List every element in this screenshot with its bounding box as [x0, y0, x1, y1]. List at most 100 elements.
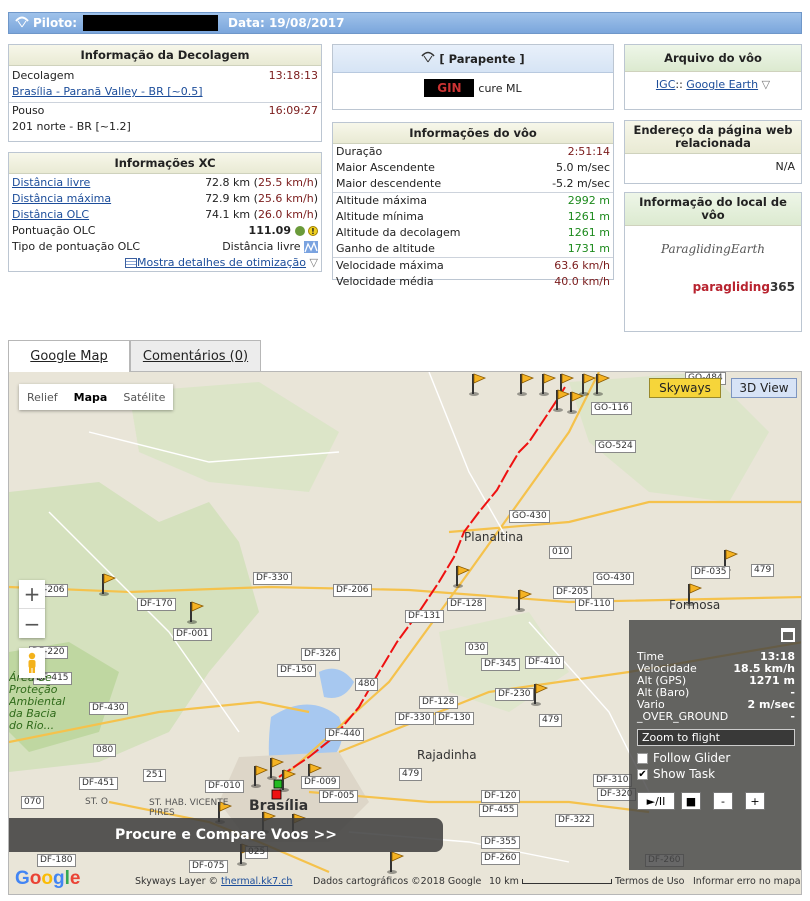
- stat-label: Ganho de altitude: [336, 242, 435, 255]
- map-type-satelite[interactable]: Satélite: [115, 391, 173, 404]
- map-view[interactable]: GO-116 GO-524 GO-430 010 GO-430 DF-205 DF-110 D…: [8, 371, 802, 895]
- stat-row: Velocidade máxima 63.6 km/h: [333, 257, 613, 274]
- road-label: 479: [751, 564, 775, 577]
- panel-value: 1271 m: [749, 674, 795, 687]
- compare-flights-button[interactable]: Procure e Compare Voos >>: [9, 818, 443, 852]
- optimization-details-button[interactable]: Mostra detalhes de otimização ▽: [125, 256, 318, 270]
- road-label: DF-440: [325, 728, 364, 741]
- road-label: DF-451: [79, 777, 118, 790]
- road-label: DF-230: [495, 688, 534, 701]
- map-type-mapa[interactable]: Mapa: [66, 391, 116, 404]
- optimization-details-link[interactable]: Mostra detalhes de otimização: [137, 256, 306, 269]
- skyways-layer-label: Skyways Layer ©: [135, 876, 219, 887]
- igc-link[interactable]: IGC: [656, 78, 675, 91]
- skyways-button[interactable]: Skyways: [649, 378, 721, 398]
- takeoff-flag-icon[interactable]: [517, 372, 535, 396]
- pilot-bar: Piloto: Data: 19/08/2017: [8, 12, 802, 34]
- 3d-view-button[interactable]: 3D View: [731, 378, 797, 398]
- takeoff-flag-icon[interactable]: [531, 682, 549, 706]
- paragliding365-logo[interactable]: paragliding365: [625, 280, 801, 294]
- stat-row: Altitude da decolagem 1261 m: [333, 225, 613, 241]
- stat-value: 63.6 km/h: [554, 259, 610, 272]
- road-label: DF-310: [593, 774, 632, 787]
- glider-name: cure ML: [478, 81, 522, 95]
- glider-title: [ Parapente ]: [439, 52, 525, 66]
- paraglidingearth-logo[interactable]: ParaglidingEarth: [625, 242, 801, 256]
- takeoff-site-link[interactable]: Brasília - Paranã Valley - BR [~0.5]: [12, 85, 203, 99]
- panel-value: -: [790, 710, 795, 723]
- stat-label: Altitude máxima: [336, 194, 427, 207]
- google-logo[interactable]: Google: [15, 868, 80, 890]
- flight-file-box: Arquivo do vôo IGC:: Google Earth ▽: [624, 44, 802, 110]
- st-o-label: ST. O: [85, 797, 108, 807]
- related-webpage-box: Endereço da página web relacionada N/A: [624, 120, 802, 184]
- takeoff-flag-icon[interactable]: [469, 372, 487, 396]
- max-distance-link[interactable]: Distância máxima: [12, 192, 111, 206]
- tab-comments[interactable]: Comentários (0): [130, 340, 261, 371]
- town-formosa: Formosa: [669, 598, 721, 612]
- free-distance-speed: 25.5 km/h: [257, 176, 314, 189]
- show-task-box[interactable]: ✔: [637, 768, 648, 780]
- zoom-out-button[interactable]: −: [19, 609, 45, 638]
- kk7-link[interactable]: thermal.kk7.ch: [221, 876, 292, 887]
- maximize-icon[interactable]: [781, 628, 795, 642]
- pegman-icon[interactable]: [19, 648, 45, 678]
- road-label: DF-345: [481, 658, 520, 671]
- chevron-down-icon: ▽: [309, 256, 318, 269]
- warning-icon[interactable]: !: [308, 226, 318, 236]
- takeoff-label: Decolagem: [12, 69, 75, 82]
- site-info-title: Informação do local de vôo: [625, 193, 801, 226]
- tab-google-map-label: Google Map: [30, 349, 108, 364]
- takeoff-flag-icon[interactable]: [593, 372, 611, 396]
- table-icon: [125, 258, 138, 268]
- follow-glider-checkbox[interactable]: Follow Glider: [629, 750, 801, 766]
- road-label: DF-131: [405, 610, 444, 623]
- takeoff-flag-icon[interactable]: [187, 600, 205, 624]
- map-type-relief[interactable]: Relief: [19, 391, 66, 404]
- olc-distance-km: 74.1 km: [205, 208, 251, 221]
- takeoff-flag-icon[interactable]: [453, 564, 471, 588]
- speed-plus-button[interactable]: +: [745, 792, 765, 810]
- olc-score: 111.09: [248, 224, 291, 237]
- takeoff-title: Informação da Decolagem: [9, 45, 321, 66]
- xc-title: Informações XC: [9, 153, 321, 174]
- takeoff-flag-icon[interactable]: [567, 390, 585, 414]
- tab-google-map[interactable]: Google Map: [8, 340, 130, 372]
- landing-label: Pouso: [12, 104, 45, 117]
- stat-row: Maior Ascendente 5.0 m/sec: [333, 160, 613, 176]
- report-error-link[interactable]: Informar erro no mapa: [693, 876, 801, 887]
- road-label: DF-330: [253, 572, 292, 585]
- panel-value: 2 m/sec: [747, 698, 796, 711]
- free-distance-link[interactable]: Distância livre: [12, 176, 90, 190]
- zoom-to-flight-button[interactable]: Zoom to flight: [637, 729, 795, 746]
- stop-button[interactable]: ■: [681, 792, 701, 810]
- paragliding365-logo-b: 365: [769, 280, 795, 294]
- related-webpage-title: Endereço da página web relacionada: [625, 121, 801, 154]
- pilot-label: Piloto:: [33, 16, 78, 30]
- road-label: DF-206: [333, 584, 372, 597]
- flight-stats-box: Informações do vôo Duração 2:51:14 Maior A…: [332, 122, 614, 288]
- road-label: DF-326: [301, 648, 340, 661]
- terms-link[interactable]: Termos de Uso: [615, 876, 684, 887]
- olc-distance-link[interactable]: Distância OLC: [12, 208, 89, 222]
- max-distance-speed: 25.6 km/h: [257, 192, 314, 205]
- paragliding365-logo-a: paragliding: [692, 280, 770, 294]
- road-label: GO-430: [593, 572, 634, 585]
- follow-glider-box[interactable]: [637, 752, 648, 764]
- olc-info-icon[interactable]: [294, 226, 305, 236]
- road-label: DF-005: [319, 790, 358, 803]
- show-task-checkbox[interactable]: ✔ Show Task: [629, 766, 801, 782]
- takeoff-flag-icon[interactable]: [99, 572, 117, 596]
- takeoff-flag-icon[interactable]: [251, 764, 269, 788]
- google-earth-link[interactable]: Google Earth: [686, 78, 758, 91]
- stat-label: Maior descendente: [336, 177, 442, 190]
- takeoff-flag-icon[interactable]: [279, 768, 297, 792]
- zoom-in-button[interactable]: +: [19, 580, 45, 609]
- landing-time: 16:09:27: [268, 104, 318, 117]
- play-pause-button[interactable]: ►/II: [637, 792, 675, 810]
- stat-label: Velocidade máxima: [336, 259, 444, 272]
- map-data-credit: Dados cartográficos ©2018 Google: [313, 876, 482, 887]
- stat-value: 40.0 km/h: [554, 275, 610, 288]
- speed-minus-button[interactable]: -: [713, 792, 733, 810]
- takeoff-flag-icon[interactable]: [515, 588, 533, 612]
